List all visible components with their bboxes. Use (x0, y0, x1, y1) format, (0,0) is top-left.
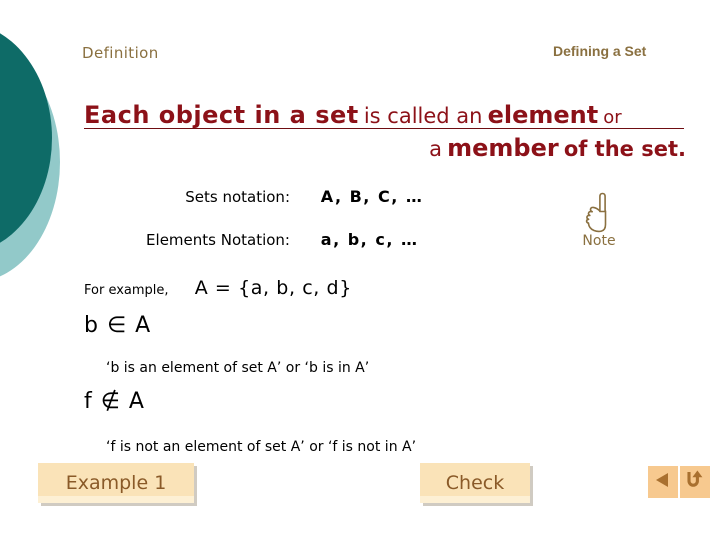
statement-part-7: of the set. (563, 136, 686, 161)
example-line: For example, A = {a, b, c, d} (84, 277, 352, 299)
notation-label-elements: Elements Notation: (146, 231, 290, 249)
page-title: Definition (82, 44, 159, 62)
set-definition: A = {a, b, c, d} (194, 277, 352, 299)
membership-description: ‘b is an element of set A’ or ‘b is in A… (106, 360, 370, 376)
example-1-button[interactable]: Example 1 (38, 463, 194, 503)
non-membership-expression: f ∉ A (84, 389, 145, 414)
note-label: Note (582, 233, 616, 249)
slide-canvas: Definition Defining a Set Each object in… (0, 0, 720, 540)
u-turn-arrow-icon (685, 469, 705, 495)
definition-statement-line-2: a member of the set. (84, 133, 686, 164)
statement-rule-line (84, 128, 684, 129)
pointing-hand-icon (562, 190, 636, 234)
statement-part-2: is called an (363, 104, 483, 128)
notation-label-sets: Sets notation: (185, 188, 290, 206)
definition-statement-line-1: Each object in a set is called an elemen… (84, 100, 686, 131)
notation-row-elements: Elements Notation: a, b, c, … (104, 230, 434, 249)
note-callout: Note (562, 190, 636, 249)
statement-part-4: or (603, 107, 622, 128)
nav-return-button[interactable] (680, 466, 710, 498)
check-button[interactable]: Check (420, 463, 530, 503)
example-1-button-label: Example 1 (65, 472, 167, 494)
notation-value-sets: A, B, C, … (320, 187, 424, 206)
example-label: For example, (84, 283, 169, 298)
notation-value-elements: a, b, c, … (320, 230, 419, 249)
statement-part-1: Each object in a set (84, 101, 359, 129)
notation-row-sets: Sets notation: A, B, C, … (104, 187, 434, 206)
definition-statement: Each object in a set is called an elemen… (84, 100, 686, 163)
non-membership-description: ‘f is not an element of set A’ or ‘f is … (106, 439, 417, 455)
triangle-left-icon (653, 470, 673, 494)
statement-part-5: a (429, 136, 443, 161)
nav-back-button[interactable] (648, 466, 678, 498)
topic-title: Defining a Set (553, 43, 647, 59)
membership-expression: b ∈ A (84, 313, 152, 338)
check-button-label: Check (445, 472, 505, 494)
statement-part-6: member (447, 133, 559, 162)
statement-part-3: element (487, 101, 599, 129)
